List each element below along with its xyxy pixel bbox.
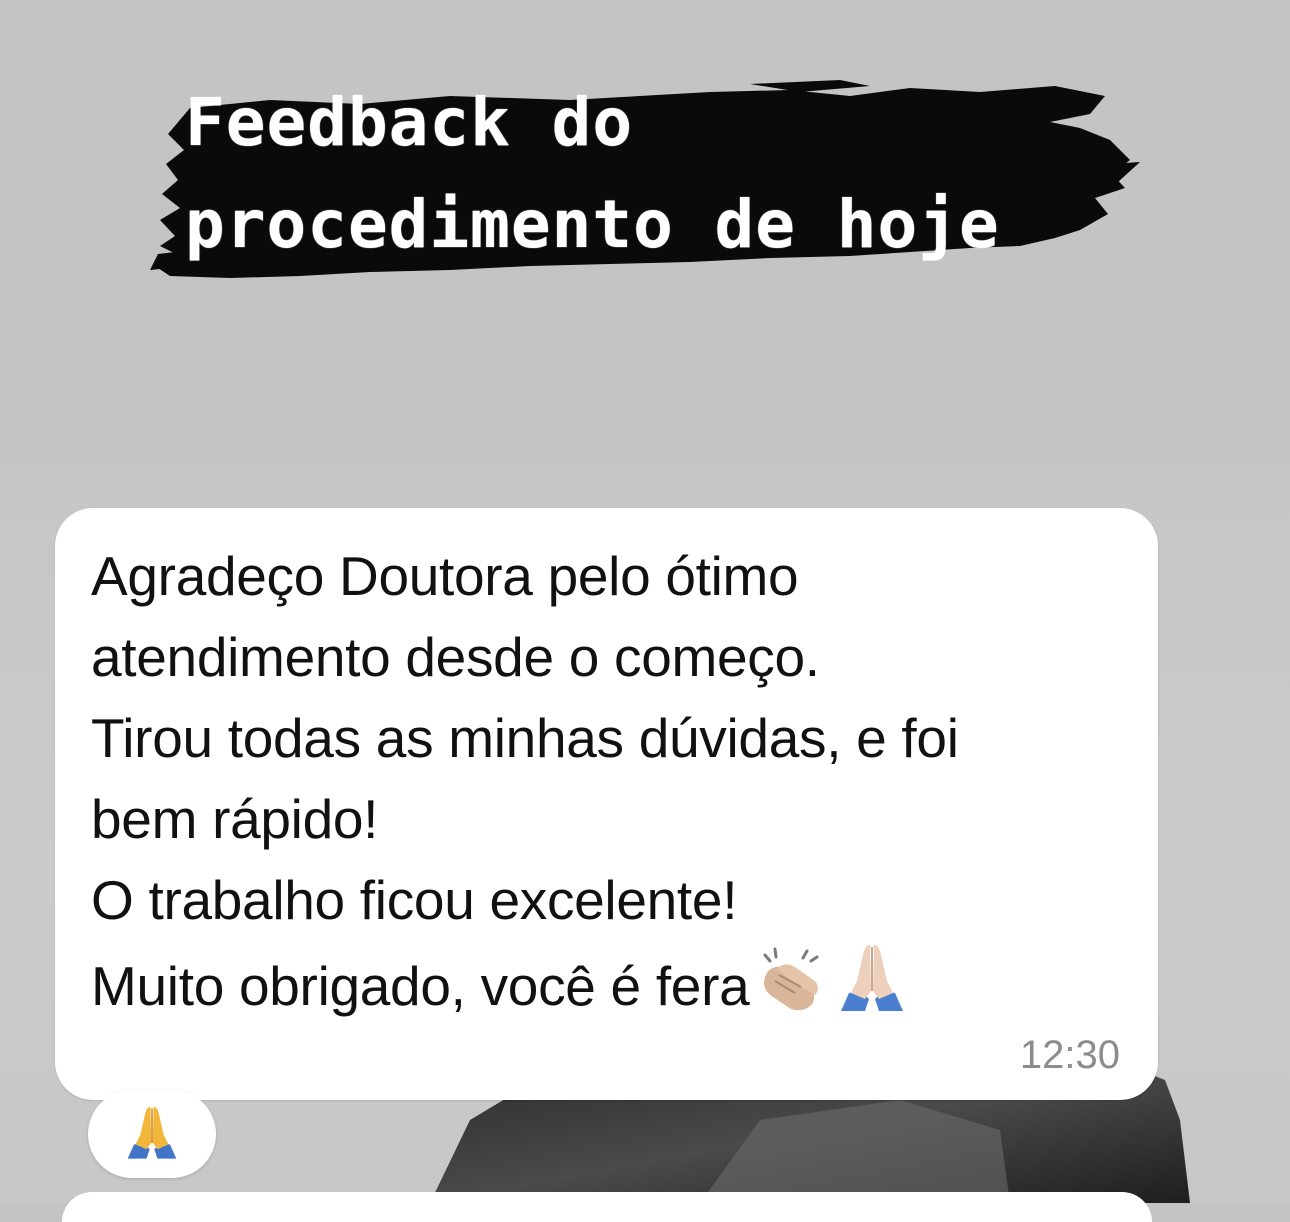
message-timestamp: 12:30	[1019, 1033, 1120, 1077]
folded-hands-icon	[123, 1103, 181, 1166]
message-line: Muito obrigado, você é fera	[91, 955, 750, 1017]
title-line-1: Feedback do	[185, 84, 634, 161]
message-line: bem rápido!	[91, 788, 379, 850]
page-title: Feedback do procedimento de hoje	[185, 72, 1000, 276]
next-message-bubble[interactable]	[62, 1192, 1152, 1222]
message-line: Agradeço Doutora pelo ótimo	[91, 545, 799, 607]
message-line: O trabalho ficou excelente!	[91, 869, 738, 931]
reaction-badge[interactable]	[88, 1090, 216, 1178]
clapping-hands-icon	[755, 947, 829, 1035]
message-line: Tirou todas as minhas dúvidas, e foi	[91, 707, 959, 769]
message-bubble[interactable]: Agradeço Doutora pelo ótimo atendimento …	[55, 508, 1158, 1100]
header-band: Feedback do procedimento de hoje	[0, 0, 1290, 470]
message-line: atendimento desde o começo.	[91, 626, 820, 688]
folded-hands-icon	[835, 941, 909, 1035]
message-line-last: Muito obrigado, você é fera	[91, 941, 1118, 1035]
message-text: Agradeço Doutora pelo ótimo atendimento …	[91, 536, 1118, 1035]
title-line-2: procedimento de hoje	[185, 186, 1000, 263]
